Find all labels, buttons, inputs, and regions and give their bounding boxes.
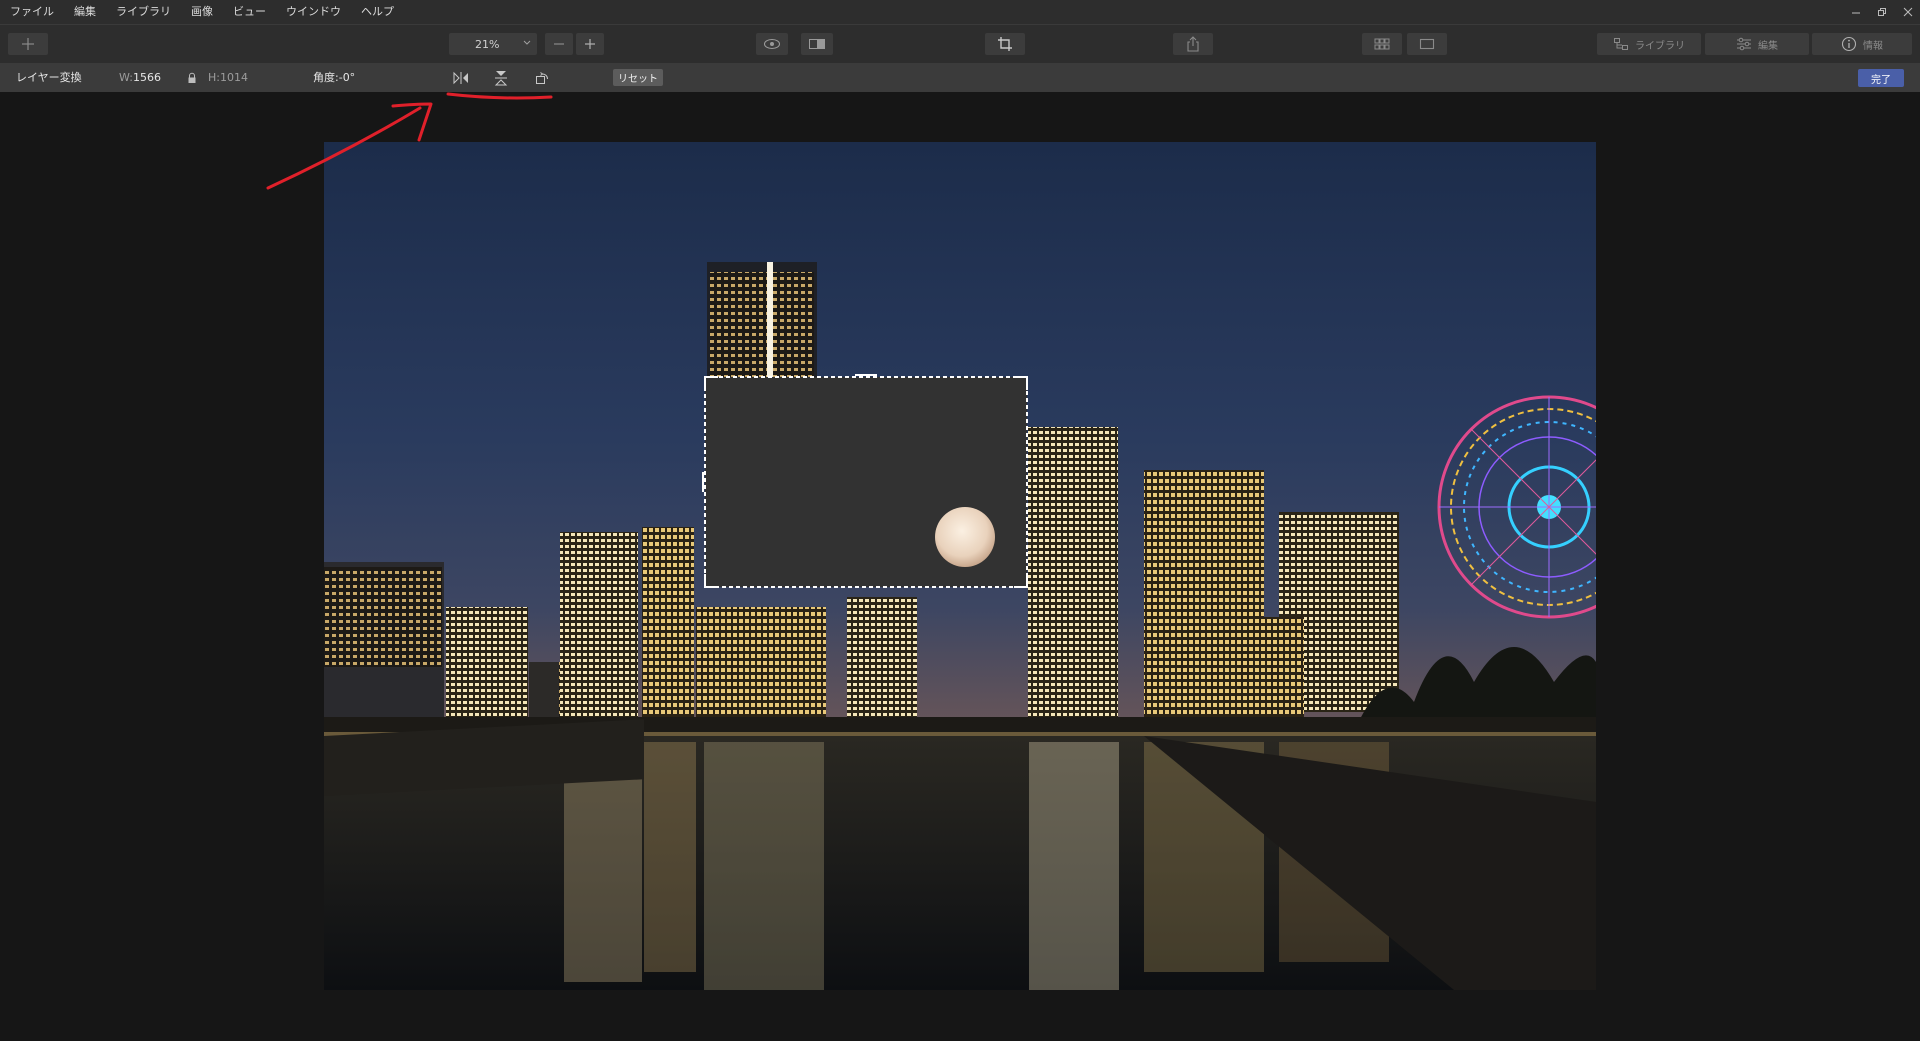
share-button[interactable] <box>1173 33 1213 55</box>
info-icon <box>1841 36 1857 52</box>
grid-view-button[interactable] <box>1362 33 1402 55</box>
flip-vertical-button[interactable] <box>493 70 509 86</box>
sliders-icon <box>1737 37 1751 51</box>
eye-icon <box>763 38 781 50</box>
menu-edit[interactable]: 編集 <box>64 0 106 24</box>
share-icon <box>1187 36 1199 52</box>
angle-value[interactable]: -0° <box>339 71 355 84</box>
menu-view[interactable]: ビュー <box>223 0 276 24</box>
menu-image[interactable]: 画像 <box>181 0 223 24</box>
menu-file[interactable]: ファイル <box>0 0 64 24</box>
menu-window[interactable]: ウインドウ <box>276 0 351 24</box>
minimize-icon[interactable] <box>1850 6 1862 18</box>
zoom-in-button[interactable] <box>576 33 604 55</box>
library-panel-button[interactable]: ライブラリ <box>1597 33 1701 55</box>
preview-button[interactable] <box>756 33 788 55</box>
width-label: W: <box>119 71 133 84</box>
crop-button[interactable] <box>985 33 1025 55</box>
zoom-select[interactable]: 21% <box>449 33 537 55</box>
angle-label: 角度: <box>313 71 339 84</box>
info-panel-button[interactable]: 情報 <box>1812 33 1912 55</box>
compare-button[interactable] <box>801 33 833 55</box>
library-panel-label: ライブラリ <box>1635 40 1685 52</box>
layer-transform-bar: レイヤー変換 W:1566 H:1014 角度:-0° リセット 完了 <box>0 63 1920 92</box>
window-controls <box>1850 0 1914 24</box>
lock-icon <box>188 72 196 83</box>
height-field[interactable]: H:1014 <box>208 63 248 92</box>
grid-icon <box>1374 38 1390 50</box>
restore-icon[interactable] <box>1876 6 1888 18</box>
menu-help[interactable]: ヘルプ <box>351 0 404 24</box>
flip-vertical-icon <box>494 71 508 86</box>
reset-button[interactable]: リセット <box>613 69 663 86</box>
mode-title: レイヤー変換 <box>16 71 82 84</box>
width-field[interactable]: W:1566 <box>119 63 161 92</box>
single-view-icon <box>1419 38 1435 50</box>
menu-bar: ファイル 編集 ライブラリ 画像 ビュー ウインドウ ヘルプ <box>0 0 1920 24</box>
angle-field[interactable]: 角度:-0° <box>313 63 355 92</box>
edit-panel-button[interactable]: 編集 <box>1705 33 1809 55</box>
minus-icon <box>554 43 564 45</box>
toolbar: 21% ライブラリ 編集 情報 <box>0 24 1920 63</box>
close-icon[interactable] <box>1902 6 1914 18</box>
info-panel-label: 情報 <box>1863 40 1883 52</box>
plus-icon <box>22 38 34 50</box>
rotate-icon <box>536 72 549 84</box>
moon <box>935 507 995 567</box>
rotate-button[interactable] <box>534 70 550 86</box>
edit-panel-label: 編集 <box>1758 40 1778 52</box>
lock-aspect-toggle[interactable] <box>184 70 200 86</box>
chevron-down-icon <box>523 40 531 45</box>
height-value[interactable]: 1014 <box>220 71 248 84</box>
add-button[interactable] <box>8 33 48 55</box>
zoom-value: 21% <box>475 37 500 51</box>
height-label: H: <box>208 71 220 84</box>
width-value[interactable]: 1566 <box>133 71 161 84</box>
flip-horizontal-icon <box>453 71 468 85</box>
canvas-area[interactable] <box>0 92 1920 1041</box>
done-button[interactable]: 完了 <box>1858 69 1904 87</box>
crop-icon <box>998 37 1012 51</box>
compare-icon <box>809 39 825 49</box>
flip-horizontal-button[interactable] <box>453 70 469 86</box>
plus-icon <box>585 39 595 49</box>
single-view-button[interactable] <box>1407 33 1447 55</box>
menu-library[interactable]: ライブラリ <box>106 0 181 24</box>
night-city-photo[interactable] <box>324 142 1596 990</box>
library-icon <box>1614 38 1628 50</box>
zoom-out-button[interactable] <box>545 33 573 55</box>
